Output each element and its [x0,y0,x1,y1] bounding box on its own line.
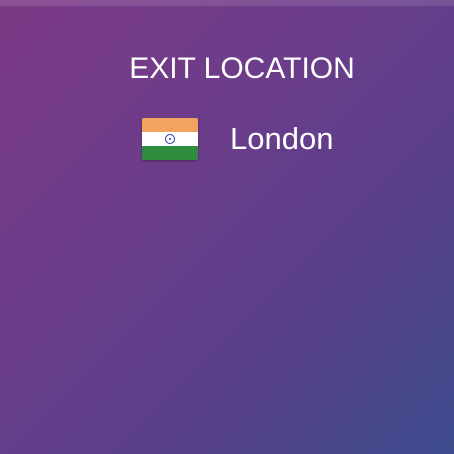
india-flag-icon [142,118,198,160]
exit-location-selector[interactable]: London [142,116,333,162]
exit-location-heading: EXIT LOCATION [129,52,355,85]
exit-location-city: London [230,121,334,156]
ashoka-chakra-icon [165,134,175,144]
top-strip [0,0,454,6]
